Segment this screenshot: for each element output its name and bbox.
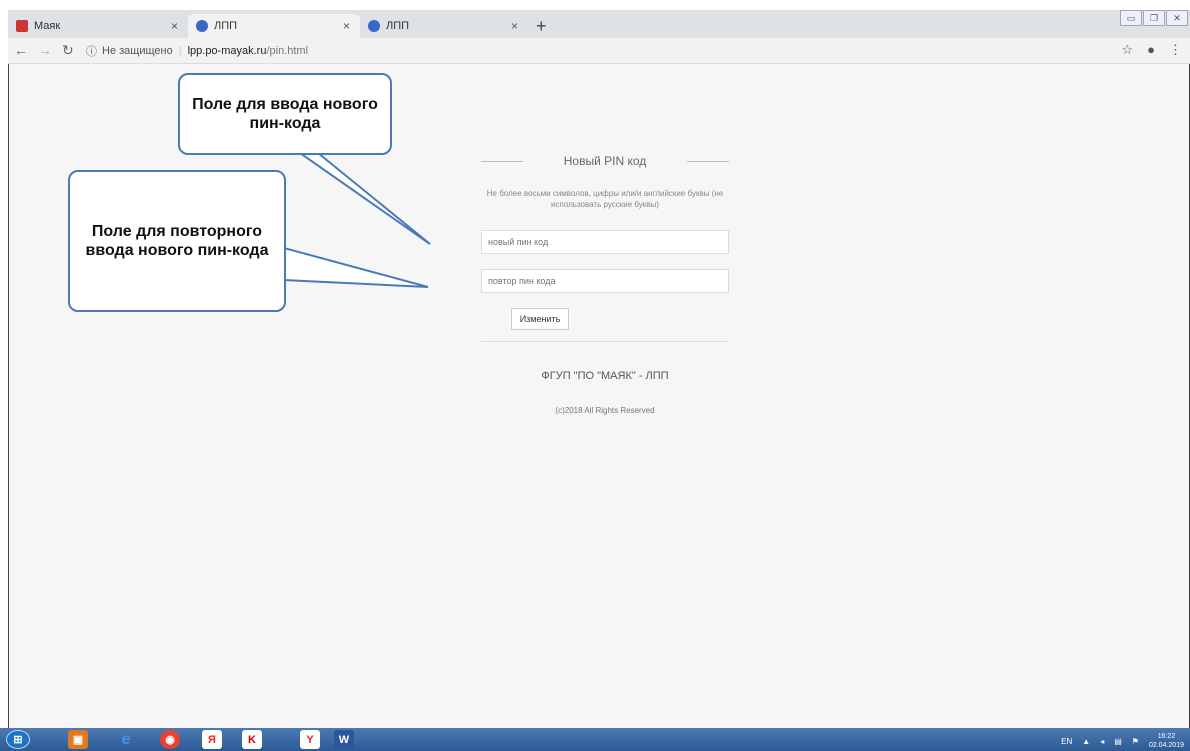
clock-date: 02.04.2019 [1148,742,1184,749]
form-divider [481,341,729,342]
maximize-icon[interactable]: ❐ [1143,10,1165,26]
title-line-right [687,161,729,162]
title-line-left [481,161,523,162]
page-content: Новый PIN код Не более восьми символов, … [8,64,1190,728]
system-tray: EN ▲ ◂ ▤ ⚑ 16:22 02.04.2019 [1061,732,1184,750]
chrome-icon[interactable]: ◉ [160,730,180,749]
flag-icon[interactable]: ⚑ [1132,737,1139,746]
yandex-icon[interactable]: Я [202,730,222,749]
callout-new-pin: Поле для ввода нового пин-кода [178,73,392,155]
window-controls: ▭ ❐ ✕ [1120,10,1188,26]
kaspersky-icon[interactable]: K [242,730,262,749]
back-icon[interactable]: ← [14,42,28,58]
url-host: lpp.po-mayak.ru [187,45,267,57]
tab-label: ЛПП [214,20,238,32]
tab-mayak[interactable]: Маяк × [8,14,188,38]
pin-hint: Не более восьми символов, цифры или/и ан… [486,189,724,209]
address-toolbar: ← → ↻ ⓘ Не защищено | lpp.po-mayak.ru /p… [8,38,1190,64]
lpp-favicon-icon [368,20,380,32]
lpp-favicon-icon [196,20,208,32]
minimize-icon[interactable]: ▭ [1120,10,1142,26]
tab-lpp[interactable]: ЛПП × [360,14,528,38]
tab-label: ЛПП [386,20,410,32]
close-tab-icon[interactable]: × [343,19,350,33]
clock-time: 16:22 [1157,733,1176,740]
close-window-icon[interactable]: ✕ [1166,10,1188,26]
url-path: /pin.html [266,45,309,57]
close-tab-icon[interactable]: × [171,19,178,33]
toolbar-actions: ☆ ● ⋮ [1121,42,1182,58]
internet-explorer-icon[interactable]: e [116,730,136,749]
forward-icon[interactable]: → [38,42,52,58]
reload-icon[interactable]: ↻ [62,42,74,59]
new-pin-input[interactable] [481,230,729,254]
close-tab-icon[interactable]: × [511,19,518,33]
network-icon[interactable]: ▤ [1114,737,1122,746]
clock[interactable]: 16:22 02.04.2019 [1149,732,1184,750]
callout-repeat-pin: Поле для повторного ввода нового пин-код… [68,170,286,312]
taskbar: ⊞ ▣ e ◉ Я K Y W EN ▲ ◂ ▤ ⚑ 16:22 02.04.2… [0,728,1190,751]
pin-form: Новый PIN код Не более восьми символов, … [481,154,729,415]
address-bar[interactable]: ⓘ Не защищено | lpp.po-mayak.ru /pin.htm… [86,41,1116,61]
tray-arrow-icon[interactable]: ▲ [1082,737,1090,746]
tab-lpp-active[interactable]: ЛПП × [188,14,360,38]
org-name: ФГУП "ПО "МАЯК" - ЛПП [541,370,669,382]
new-tab-button[interactable]: + [536,16,547,37]
start-button-icon[interactable]: ⊞ [6,730,30,749]
change-button[interactable]: Изменить [511,308,569,330]
account-icon[interactable]: ● [1147,42,1155,58]
language-indicator[interactable]: EN [1061,737,1072,746]
info-icon[interactable]: ⓘ [86,43,97,59]
repeat-pin-input[interactable] [481,269,729,293]
explorer-icon[interactable]: ▣ [68,730,88,749]
word-icon[interactable]: W [334,730,354,749]
mayak-favicon-icon [16,20,28,32]
tab-strip: Маяк × ЛПП × ЛПП × + ▭ ❐ ✕ [8,10,1190,38]
form-title-row: Новый PIN код [481,154,729,170]
security-label: Не защищено [102,45,173,57]
separator: | [178,45,182,57]
volume-icon[interactable]: ◂ [1100,737,1104,746]
form-title: Новый PIN код [563,154,647,168]
copyright: (c)2018 All Rights Reserved [555,406,655,415]
menu-icon[interactable]: ⋮ [1169,42,1182,58]
star-icon[interactable]: ☆ [1121,42,1133,58]
tab-label: Маяк [34,20,61,32]
yandex-browser-icon[interactable]: Y [300,730,320,749]
